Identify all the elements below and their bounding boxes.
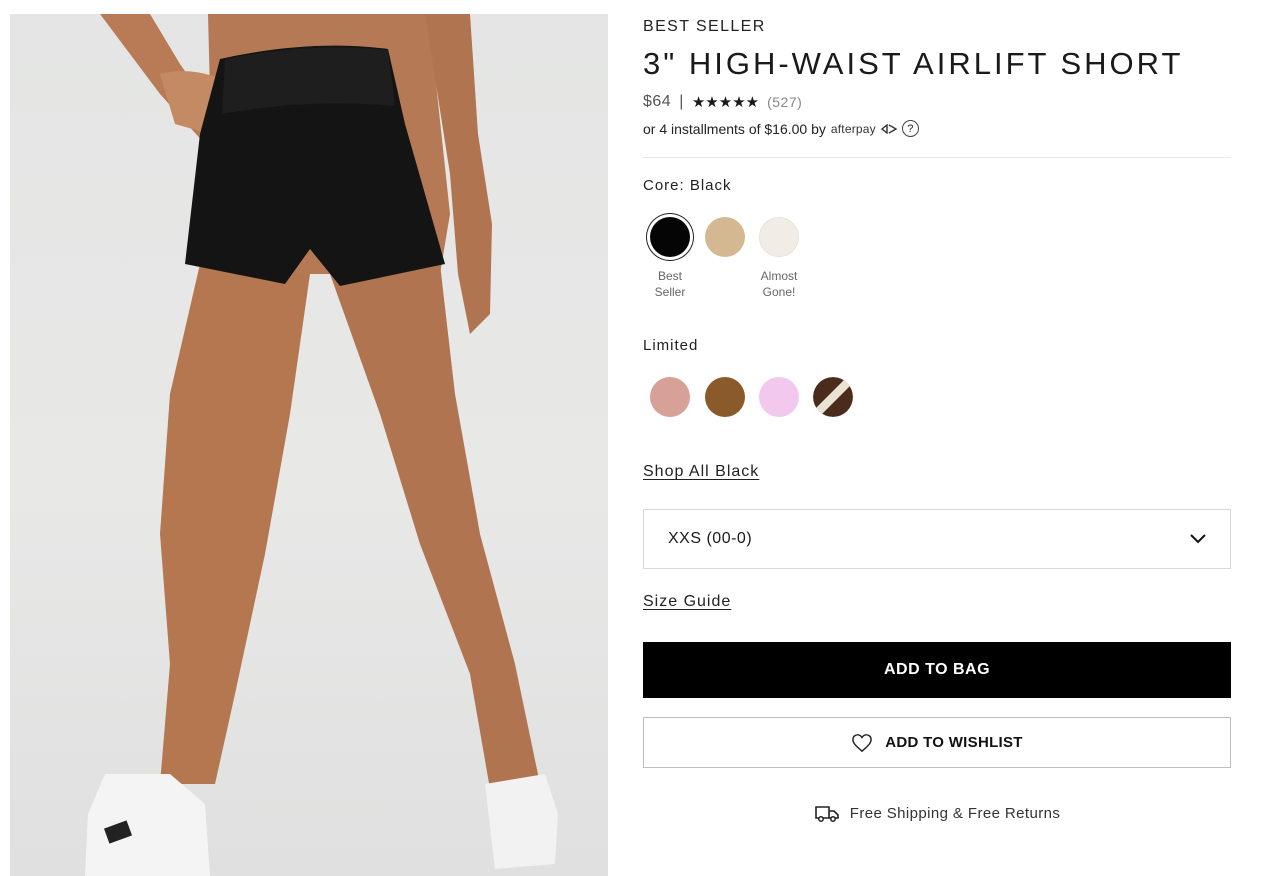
note-line: Best (657, 269, 682, 283)
size-select-value: XXS (00-0) (668, 530, 753, 547)
swatch-note-almost-gone: Almost Gone! (744, 268, 814, 300)
add-to-wishlist-label: ADD TO WISHLIST (885, 734, 1023, 751)
swatch-rose[interactable] (650, 377, 690, 417)
review-count[interactable]: (527) (767, 94, 802, 110)
swatch-black[interactable] (650, 217, 690, 257)
swatch-note-best-seller: Best Seller (635, 268, 705, 300)
afterpay-arrows-icon (880, 123, 897, 134)
chevron-down-icon (1190, 534, 1206, 544)
product-title: 3" HIGH-WAIST AIRLIFT SHORT (643, 46, 1184, 81)
shop-all-black-link[interactable]: Shop All Black (643, 463, 759, 481)
stripe-pattern-icon (813, 377, 853, 417)
size-select[interactable]: XXS (00-0) (643, 509, 1231, 569)
afterpay-logo: afterpay (830, 121, 876, 136)
price: $64 (643, 93, 672, 110)
note-line: Almost (760, 269, 798, 283)
swatch-brown[interactable] (705, 377, 745, 417)
size-guide-link[interactable]: Size Guide (643, 593, 731, 611)
model-illustration (85, 14, 558, 876)
best-seller-badge: BEST SELLER (643, 18, 766, 35)
limited-colors-label: Limited (643, 337, 699, 354)
selected-color-label: Core: Black (643, 177, 732, 194)
star-rating[interactable]: ★★★★★ (692, 93, 759, 111)
product-details-panel: BEST SELLER 3" HIGH-WAIST AIRLIFT SHORT … (643, 0, 1233, 876)
help-icon[interactable]: ? (901, 120, 919, 137)
heart-icon (852, 733, 873, 752)
add-to-wishlist-button[interactable]: ADD TO WISHLIST (643, 717, 1231, 768)
swatch-tan[interactable] (705, 217, 745, 257)
swatch-espresso-stripe[interactable] (813, 377, 853, 417)
swatch-pink[interactable] (759, 377, 799, 417)
afterpay-row: or 4 installments of $16.00 by afterpay … (643, 120, 919, 137)
shipping-info: Free Shipping & Free Returns (643, 803, 1231, 823)
add-to-bag-button[interactable]: ADD TO BAG (643, 642, 1231, 698)
divider (643, 157, 1231, 158)
note-line: Seller (654, 285, 686, 299)
truck-icon (814, 806, 839, 822)
product-image[interactable] (10, 14, 608, 876)
price-rating-row: $64 | ★★★★★ (527) (643, 93, 802, 111)
swatch-ivory[interactable] (759, 217, 799, 257)
afterpay-text: or 4 installments of $16.00 by (643, 120, 826, 137)
note-line: Gone! (762, 285, 796, 299)
shipping-text: Free Shipping & Free Returns (849, 804, 1061, 822)
price-separator: | (679, 93, 684, 110)
